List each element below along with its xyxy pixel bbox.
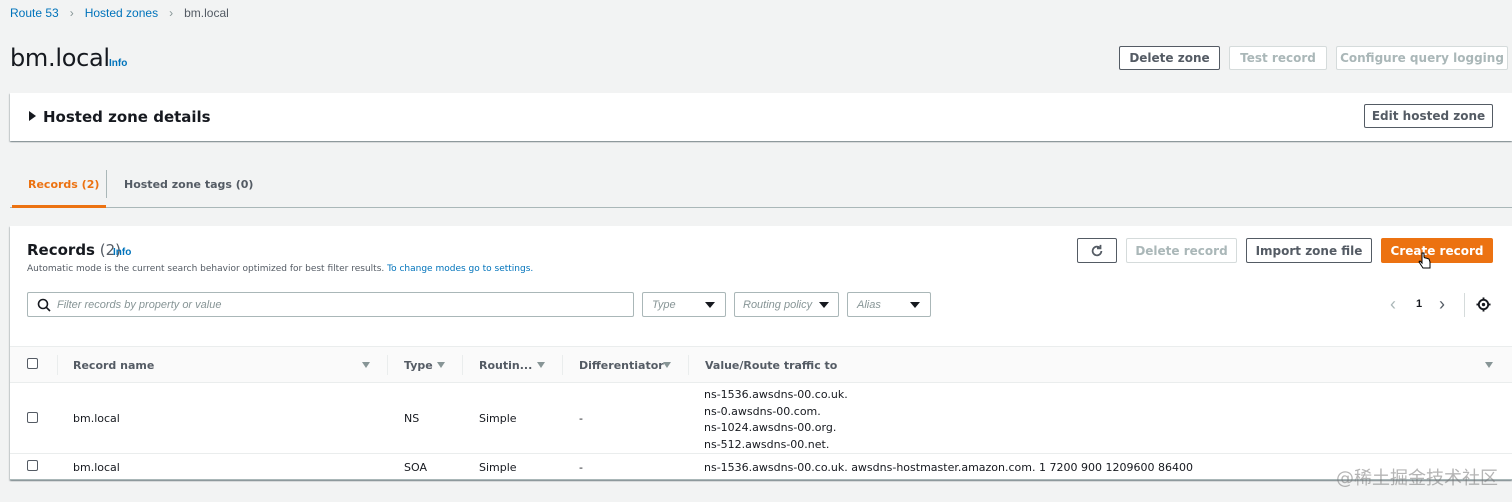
sort-caret-icon[interactable] — [1485, 362, 1493, 368]
breadcrumb-hosted-zones[interactable]: Hosted zones — [85, 6, 158, 20]
caret-down-icon — [705, 302, 715, 308]
caret-down-icon — [910, 302, 920, 308]
mouse-cursor-icon — [1418, 252, 1432, 275]
sort-caret-icon[interactable] — [362, 362, 370, 368]
pagination-divider — [1464, 293, 1465, 317]
select-all-checkbox[interactable] — [27, 358, 38, 369]
column-record-name[interactable]: Record name — [73, 347, 154, 383]
hosted-zone-details-title[interactable]: Hosted zone details — [43, 108, 211, 126]
record-value: ns-512.awsdns-00.net. — [704, 438, 830, 452]
page-number[interactable]: 1 — [1416, 298, 1422, 310]
caret-down-icon — [819, 302, 829, 308]
row-checkbox[interactable] — [27, 412, 38, 423]
column-divider — [562, 355, 563, 375]
record-name: bm.local — [73, 461, 120, 474]
column-value[interactable]: Value/Route traffic to — [705, 347, 837, 383]
column-type[interactable]: Type — [404, 347, 433, 383]
alias-filter-select[interactable]: Alias — [847, 292, 931, 317]
record-differentiator: - — [579, 461, 583, 474]
tab-bar: Records (2) Hosted zone tags (0) — [10, 160, 1512, 208]
record-value: ns-0.awsdns-00.com. — [704, 404, 821, 418]
breadcrumb: Route 53 › Hosted zones › bm.local — [10, 6, 229, 20]
breadcrumb-current: bm.local — [184, 6, 229, 20]
import-zone-file-button[interactable]: Import zone file — [1246, 238, 1372, 263]
column-divider — [387, 355, 388, 375]
breadcrumb-route53[interactable]: Route 53 — [10, 6, 59, 20]
column-differentiator[interactable]: Differentiator — [579, 347, 664, 383]
record-value: ns-1536.awsdns-00.co.uk. awsdns-hostmast… — [704, 461, 1193, 474]
refresh-icon — [1091, 244, 1103, 256]
record-type: SOA — [404, 461, 427, 474]
settings-gear-icon[interactable] — [1476, 297, 1491, 317]
column-routing[interactable]: Routin... — [479, 347, 532, 383]
active-tab-indicator — [12, 205, 106, 208]
column-divider — [57, 355, 58, 375]
record-values: ns-1536.awsdns-00.co.uk. ns-0.awsdns-00.… — [704, 387, 848, 454]
delete-record-button[interactable]: Delete record — [1126, 238, 1237, 263]
sort-caret-icon[interactable] — [537, 362, 545, 368]
tab-records[interactable]: Records (2) — [28, 160, 99, 208]
refresh-button[interactable] — [1077, 238, 1117, 263]
records-info-link[interactable]: Info — [113, 247, 131, 258]
column-divider — [462, 355, 463, 375]
record-routing: Simple — [479, 412, 517, 425]
hosted-zone-details-panel: Hosted zone details Edit hosted zone — [10, 93, 1512, 141]
tab-hosted-zone-tags[interactable]: Hosted zone tags (0) — [124, 160, 253, 208]
chevron-right-icon: › — [69, 6, 74, 20]
delete-zone-button[interactable]: Delete zone — [1119, 46, 1220, 70]
previous-page-icon[interactable]: ‹ — [1390, 294, 1396, 315]
record-routing: Simple — [479, 461, 517, 474]
row-checkbox[interactable] — [27, 460, 38, 471]
search-icon — [37, 298, 51, 312]
column-divider — [688, 355, 689, 375]
chevron-right-icon: › — [169, 6, 174, 20]
sort-caret-icon[interactable] — [437, 362, 445, 368]
record-name: bm.local — [73, 412, 120, 425]
record-differentiator: - — [579, 412, 583, 425]
next-page-icon[interactable]: › — [1439, 294, 1445, 315]
routing-policy-filter-select[interactable]: Routing policy — [734, 292, 839, 317]
sort-caret-icon[interactable] — [663, 362, 671, 368]
info-link[interactable]: Info — [109, 58, 127, 69]
records-description: Automatic mode is the current search beh… — [27, 264, 534, 274]
page-title: bm.local — [10, 44, 110, 72]
edit-hosted-zone-button[interactable]: Edit hosted zone — [1364, 104, 1493, 128]
change-modes-link[interactable]: To change modes go to settings. — [387, 264, 533, 274]
tab-divider — [106, 170, 107, 198]
expand-caret-icon[interactable] — [29, 111, 36, 121]
record-value: ns-1024.awsdns-00.org. — [704, 421, 837, 435]
create-record-button[interactable]: Create record — [1381, 238, 1493, 263]
watermark: @稀土掘金技术社区 — [1336, 468, 1498, 489]
records-heading: Records (2) — [27, 241, 122, 259]
record-value: ns-1536.awsdns-00.co.uk. — [704, 388, 848, 401]
test-record-button[interactable]: Test record — [1229, 46, 1327, 70]
configure-query-logging-button[interactable]: Configure query logging — [1336, 46, 1508, 70]
record-type: NS — [404, 412, 420, 425]
search-input[interactable]: Filter records by property or value — [27, 292, 634, 317]
type-filter-select[interactable]: Type — [642, 292, 726, 317]
